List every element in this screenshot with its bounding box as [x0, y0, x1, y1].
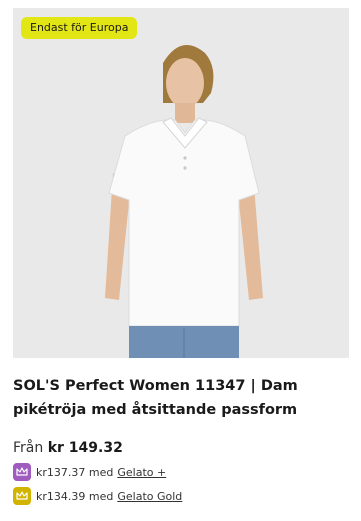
crown-icon — [13, 463, 31, 481]
region-badge: Endast för Europa — [21, 17, 138, 39]
gelato-gold-link[interactable]: Gelato Gold — [117, 490, 182, 503]
gelato-plus-link[interactable]: Gelato + — [117, 466, 166, 479]
product-card[interactable]: Endast för Europa SOL'S Perfect Women 11… — [13, 8, 349, 505]
membership-price-plus: kr137.37 med Gelato + — [13, 463, 349, 481]
membership-price: kr137.37 — [36, 465, 86, 479]
product-title[interactable]: SOL'S Perfect Women 11347 | Dam pikétröj… — [13, 374, 349, 422]
product-image[interactable]: Endast för Europa — [13, 8, 349, 358]
crown-icon — [13, 487, 31, 505]
membership-with: med — [88, 489, 114, 503]
membership-price: kr134.39 — [36, 489, 86, 503]
price-from-label: Från — [13, 440, 44, 456]
price-value: kr 149.32 — [47, 440, 123, 456]
membership-price-gold: kr134.39 med Gelato Gold — [13, 487, 349, 505]
membership-with: med — [88, 465, 114, 479]
product-photo — [13, 8, 349, 358]
price-row: Från kr 149.32 — [13, 440, 349, 456]
